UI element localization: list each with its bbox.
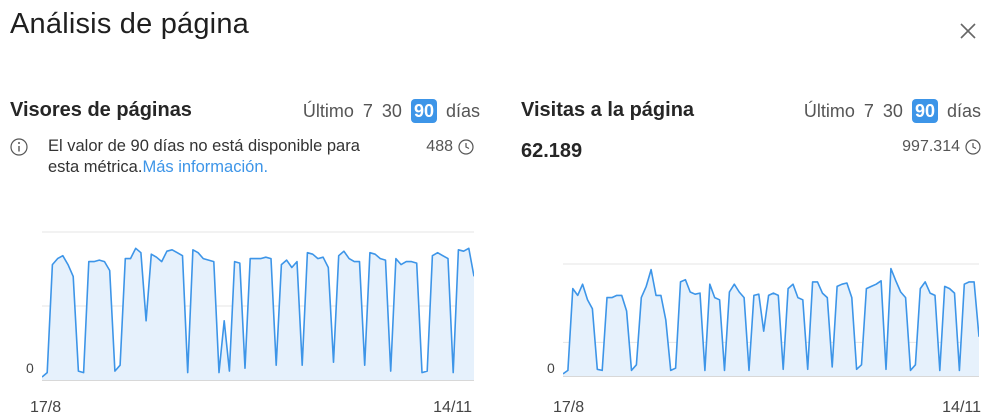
period-selector: Último 7 30 90 días: [303, 99, 480, 123]
more-info-link[interactable]: Más información.: [142, 158, 268, 176]
info-text-block: El valor de 90 días no está disponible p…: [48, 136, 378, 178]
clock-icon[interactable]: [458, 138, 474, 155]
panel-header: Visitas a la página Último 7 30 90 días: [521, 96, 981, 126]
x-start-label: 17/8: [30, 399, 62, 416]
panel-title: Visitas a la página: [521, 99, 695, 121]
visits-value: 62.189: [521, 140, 583, 162]
period-30-button[interactable]: 30: [883, 101, 903, 122]
series-area: [563, 268, 979, 376]
period-90-button[interactable]: 90: [410, 99, 437, 123]
panel-header: Visores de páginas Último 7 30 90 días: [10, 96, 480, 126]
page-title: Análisis de página: [10, 8, 249, 40]
total-views: 488: [426, 136, 474, 157]
total-visits: 997.314: [902, 138, 981, 156]
page-viewers-panel: Visores de páginas Último 7 30 90 días E…: [10, 88, 480, 416]
page-viewers-chart: [42, 231, 474, 381]
period-30-button[interactable]: 30: [382, 101, 402, 122]
panel-title: Visores de páginas: [10, 99, 192, 121]
period-unit: días: [445, 100, 480, 121]
period-90-button[interactable]: 90: [911, 99, 938, 123]
period-label: Último: [803, 100, 855, 121]
clock-icon[interactable]: [965, 139, 981, 155]
x-end-label: 14/11: [433, 399, 472, 416]
period-unit: días: [946, 100, 981, 121]
page-visits-chart: [563, 263, 979, 377]
total-views-value: 488: [426, 138, 453, 155]
period-7-button[interactable]: 7: [864, 101, 874, 122]
period-7-button[interactable]: 7: [363, 101, 373, 122]
series-area: [42, 248, 474, 380]
close-icon[interactable]: [955, 18, 981, 44]
period-selector: Último 7 30 90 días: [804, 99, 981, 123]
x-start-label: 17/8: [553, 399, 585, 416]
info-icon: [10, 138, 28, 156]
page-visits-panel: Visitas a la página Último 7 30 90 días …: [521, 88, 981, 416]
y-zero-label: 0: [26, 360, 34, 376]
x-end-label: 14/11: [942, 399, 981, 416]
total-visits-value: 997.314: [902, 138, 960, 155]
y-zero-label: 0: [547, 360, 555, 376]
period-label: Último: [302, 100, 354, 121]
